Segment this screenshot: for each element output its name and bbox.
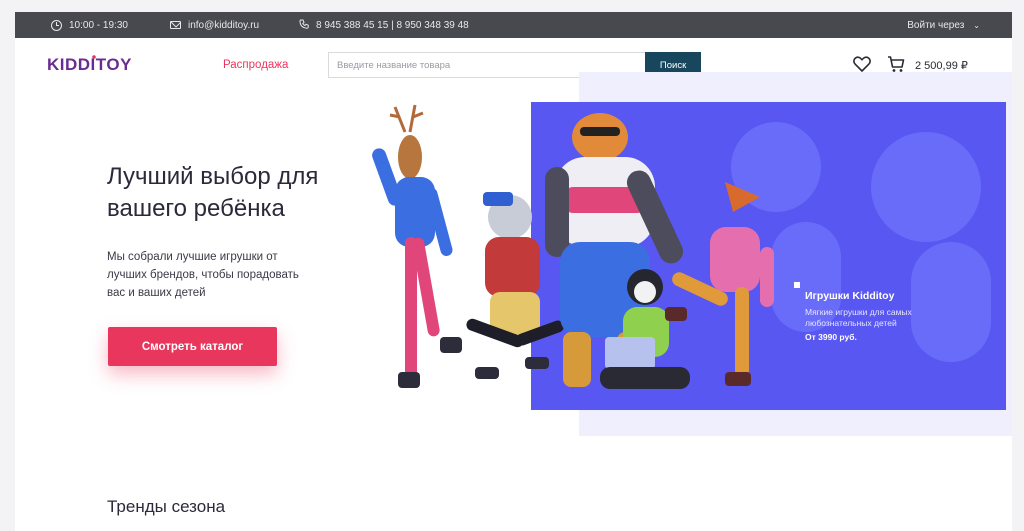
working-hours: 10:00 - 19:30 — [51, 12, 128, 38]
phone-icon — [299, 19, 309, 32]
mail-icon — [170, 21, 181, 29]
promo-title: Игрушки Kidditoy — [805, 290, 895, 302]
chevron-down-icon: ⌄ — [973, 20, 980, 30]
cart-total[interactable]: 2 500,99 ₽ — [915, 59, 968, 72]
toy-characters-illustration — [372, 104, 774, 389]
page-frame: 10:00 - 19:30 info@kidditoy.ru 8 945 388… — [15, 12, 1012, 531]
cart-icon[interactable] — [887, 55, 905, 73]
svg-text:KIDDITOY: KIDDITOY — [47, 55, 132, 74]
heart-icon[interactable] — [853, 56, 871, 72]
hero-title: Лучший выбор для вашего ребёнка — [107, 163, 319, 222]
promo-subtitle: Мягкие игрушки для самых любознательных … — [805, 307, 912, 328]
sale-link[interactable]: Распродажа — [223, 59, 288, 71]
contact-phones[interactable]: 8 945 388 45 15 | 8 950 348 39 48 — [299, 12, 469, 38]
phones-text[interactable]: 8 945 388 45 15 | 8 950 348 39 48 — [316, 20, 469, 31]
hours-text: 10:00 - 19:30 — [69, 19, 128, 31]
kidditoy-logo[interactable]: KIDDITOY — [47, 54, 139, 74]
login-label[interactable]: Войти через — [907, 20, 964, 31]
bg-character-body — [911, 242, 991, 362]
contact-email[interactable]: info@kidditoy.ru — [170, 12, 259, 38]
fox-character — [665, 182, 774, 386]
login-dropdown[interactable]: Войти через ⌄ — [907, 12, 980, 38]
bg-character-head — [871, 132, 981, 242]
promo-price: От 3990 руб. — [805, 332, 857, 342]
clock-icon — [51, 19, 62, 31]
email-text[interactable]: info@kidditoy.ru — [188, 20, 259, 31]
view-catalog-button[interactable]: Смотреть каталог — [108, 327, 277, 366]
hero-subtitle: Мы собрали лучшие игрушки от лучших брен… — [107, 251, 299, 299]
section-title-trends: Тренды сезона — [107, 497, 226, 516]
promo-marker — [794, 282, 800, 288]
deer-character — [372, 104, 462, 388]
top-bar: 10:00 - 19:30 info@kidditoy.ru 8 945 388… — [15, 12, 1012, 38]
